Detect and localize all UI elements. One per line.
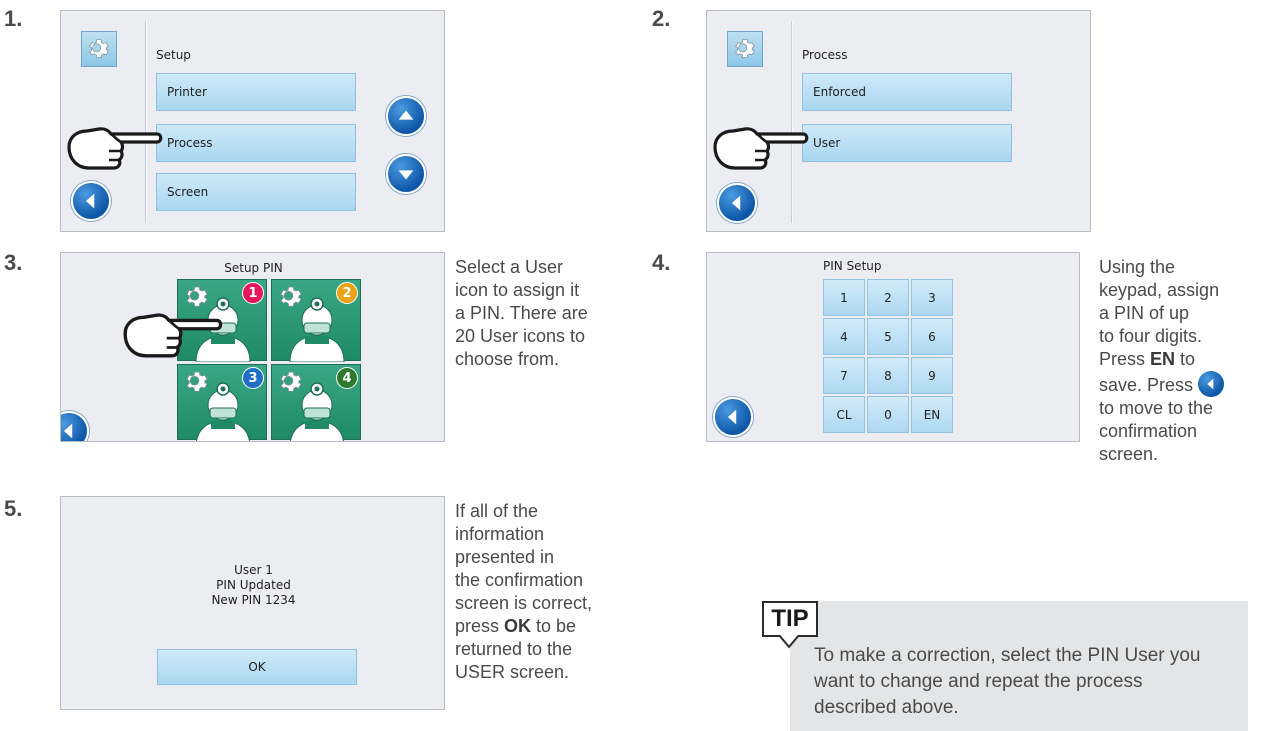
- step-number-3: 3.: [4, 250, 23, 275]
- gear-icon: [182, 367, 212, 397]
- confirmation-message: User 1 PIN Updated New PIN 1234: [211, 563, 296, 607]
- key-5[interactable]: 5: [867, 318, 909, 355]
- pointing-hand-icon: [711, 123, 811, 173]
- key-clear[interactable]: CL: [823, 396, 865, 433]
- divider: [145, 21, 147, 223]
- step-3-description: Select a User icon to assign it a PIN. T…: [455, 257, 588, 369]
- step-number-4: 4.: [652, 250, 671, 275]
- badge-2: 2: [336, 282, 358, 304]
- user-icon-3[interactable]: 3: [177, 364, 267, 440]
- badge-1: 1: [242, 282, 264, 304]
- back-arrow-icon[interactable]: [61, 411, 89, 441]
- key-1[interactable]: 1: [823, 279, 865, 316]
- gear-icon: [276, 367, 306, 397]
- key-8[interactable]: 8: [867, 357, 909, 394]
- back-arrow-icon[interactable]: [713, 397, 753, 437]
- confirmation-screen: User 1 PIN Updated New PIN 1234 OK: [60, 496, 445, 710]
- setup-screen: Setup Printer Process Screen: [60, 10, 445, 232]
- key-4[interactable]: 4: [823, 318, 865, 355]
- key-0[interactable]: 0: [867, 396, 909, 433]
- divider: [791, 21, 793, 223]
- key-9[interactable]: 9: [911, 357, 953, 394]
- screen-title: Setup PIN: [224, 261, 283, 275]
- step-number-1: 1.: [4, 6, 23, 31]
- screen-title: Setup: [156, 48, 191, 62]
- pointing-hand-icon: [65, 123, 165, 173]
- tip-pointer: [778, 635, 800, 649]
- down-arrow-icon[interactable]: [386, 154, 426, 194]
- menu-item-enforced[interactable]: Enforced: [802, 73, 1012, 111]
- menu-item-printer[interactable]: Printer: [156, 73, 356, 111]
- key-3[interactable]: 3: [911, 279, 953, 316]
- gear-icon: [276, 282, 306, 312]
- step-5-description: If all of the information presented in t…: [455, 501, 593, 682]
- up-arrow-icon[interactable]: [386, 96, 426, 136]
- step-number-5: 5.: [4, 496, 23, 521]
- gear-icon: [727, 31, 763, 67]
- step-4-description: Using the keypad, assign a PIN of up to …: [1099, 256, 1225, 466]
- menu-item-process[interactable]: Process: [156, 124, 356, 162]
- key-7[interactable]: 7: [823, 357, 865, 394]
- process-screen: Process Enforced User: [706, 10, 1091, 232]
- key-enter[interactable]: EN: [911, 396, 953, 433]
- menu-item-user[interactable]: User: [802, 124, 1012, 162]
- key-6[interactable]: 6: [911, 318, 953, 355]
- back-arrow-icon[interactable]: [717, 183, 757, 223]
- user-icon-4[interactable]: 4: [271, 364, 361, 440]
- user-icon-2[interactable]: 2: [271, 279, 361, 361]
- pointing-hand-icon: [121, 309, 225, 361]
- setup-pin-screen: Setup PIN 1 2 3 4: [60, 252, 445, 442]
- tip-label: TIP: [762, 601, 818, 637]
- gear-icon: [81, 31, 117, 67]
- back-arrow-icon[interactable]: [71, 181, 111, 221]
- screen-title: PIN Setup: [823, 259, 882, 273]
- back-arrow-icon: [1198, 371, 1225, 397]
- ok-button[interactable]: OK: [157, 649, 357, 685]
- badge-3: 3: [242, 367, 264, 389]
- key-2[interactable]: 2: [867, 279, 909, 316]
- badge-4: 4: [336, 367, 358, 389]
- pin-setup-screen: PIN Setup 1 2 3 4 5 6 7 8 9 CL 0 EN: [706, 252, 1080, 442]
- step-number-2: 2.: [652, 6, 671, 31]
- menu-item-screen[interactable]: Screen: [156, 173, 356, 211]
- tip-text: To make a correction, select the PIN Use…: [814, 645, 1201, 718]
- screen-title: Process: [802, 48, 848, 62]
- gear-icon: [182, 282, 212, 312]
